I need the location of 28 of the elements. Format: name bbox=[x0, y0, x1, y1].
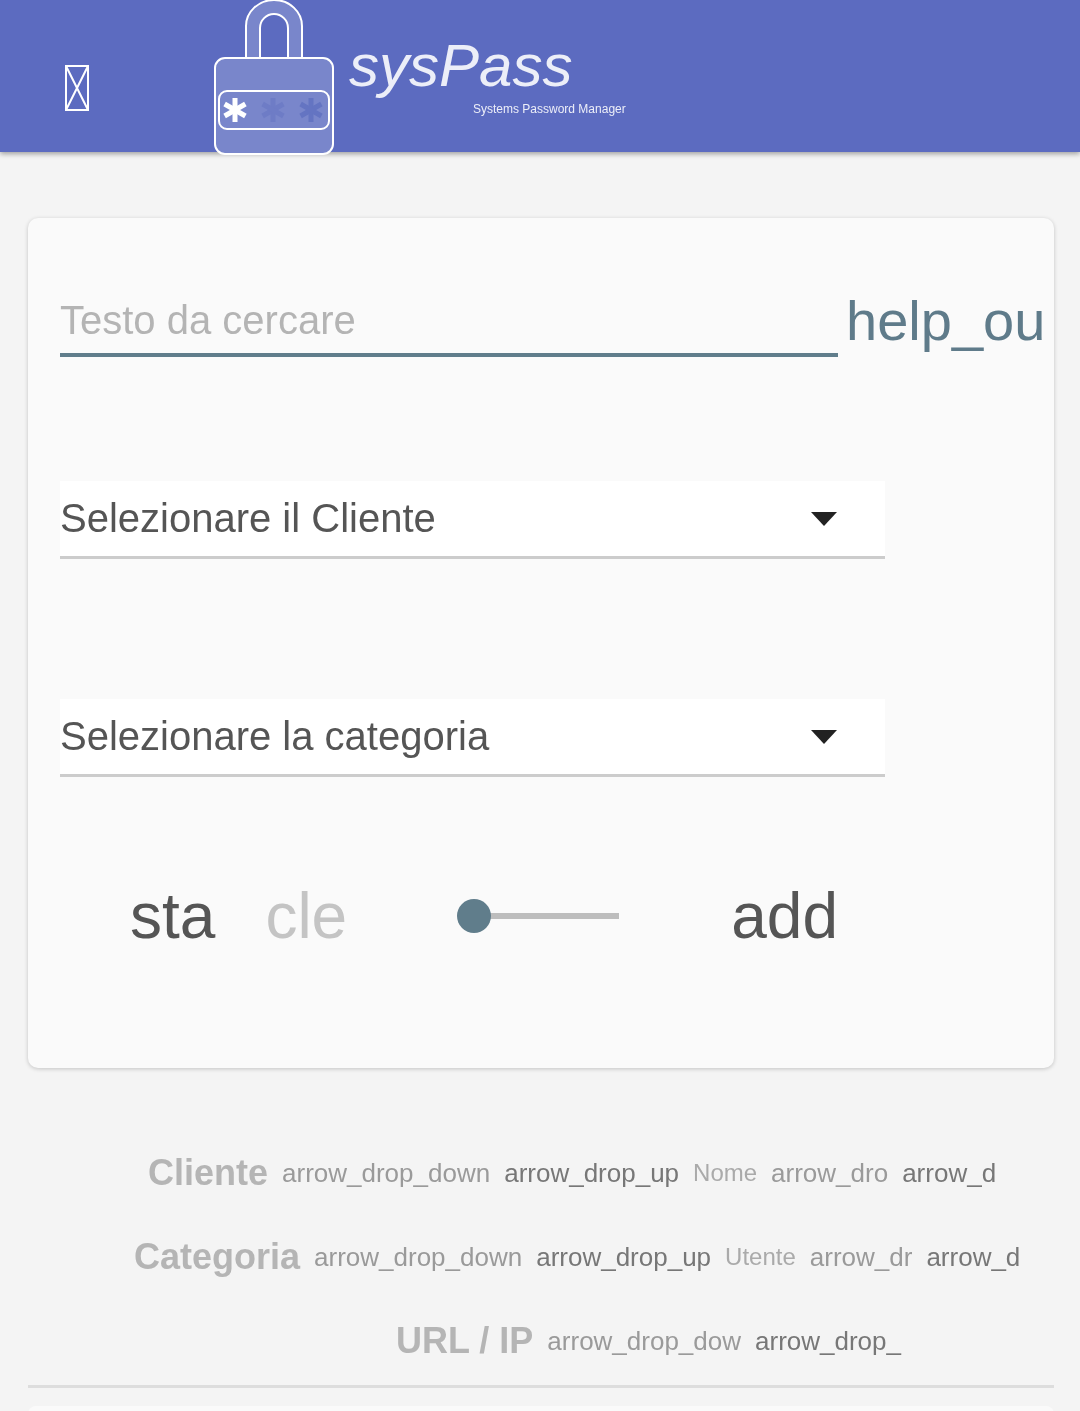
sort-text[interactable]: arrow_d bbox=[926, 1241, 1021, 1273]
sort-text[interactable]: arrow_drop_down bbox=[282, 1157, 491, 1189]
sort-text[interactable]: arrow_dro bbox=[771, 1157, 889, 1189]
caret-icon bbox=[811, 729, 837, 744]
sort-text[interactable]: arrow_drop_ bbox=[755, 1325, 901, 1357]
sort-text[interactable]: Utente bbox=[725, 1243, 796, 1271]
dropdown-select[interactable]: Selezionare la categoria bbox=[60, 699, 885, 777]
search-field[interactable]: Testo da cercare bbox=[60, 298, 838, 357]
toggle-thumb[interactable] bbox=[457, 899, 492, 933]
sort-text[interactable]: Nome bbox=[693, 1159, 758, 1187]
dropdown-select[interactable]: Selezionare il Cliente bbox=[60, 481, 885, 559]
sort-text[interactable]: arrow_d bbox=[902, 1157, 997, 1189]
sort-text[interactable]: arrow_drop_up bbox=[536, 1241, 712, 1273]
app-title: sysPass bbox=[349, 36, 574, 96]
toggle-switch[interactable] bbox=[457, 899, 622, 933]
menu-icon[interactable] bbox=[65, 65, 89, 111]
sort-label: Cliente bbox=[148, 1152, 269, 1194]
help-text[interactable]: help_ou bbox=[846, 288, 1046, 353]
sort-text[interactable]: arrow_drop_up bbox=[504, 1157, 680, 1189]
caret-icon bbox=[811, 511, 837, 526]
star-text[interactable]: sta bbox=[130, 879, 216, 953]
app-subtitle: Systems Password Manager bbox=[473, 102, 626, 116]
sort-text[interactable]: arrow_drop_down bbox=[314, 1241, 523, 1273]
sort-text[interactable]: arrow_drop_dow bbox=[547, 1325, 742, 1357]
add-button[interactable]: add bbox=[731, 879, 838, 953]
sort-label: Categoria bbox=[134, 1236, 301, 1278]
sort-text[interactable]: arrow_dr bbox=[809, 1241, 913, 1273]
sort-label: URL / IP bbox=[396, 1320, 534, 1362]
